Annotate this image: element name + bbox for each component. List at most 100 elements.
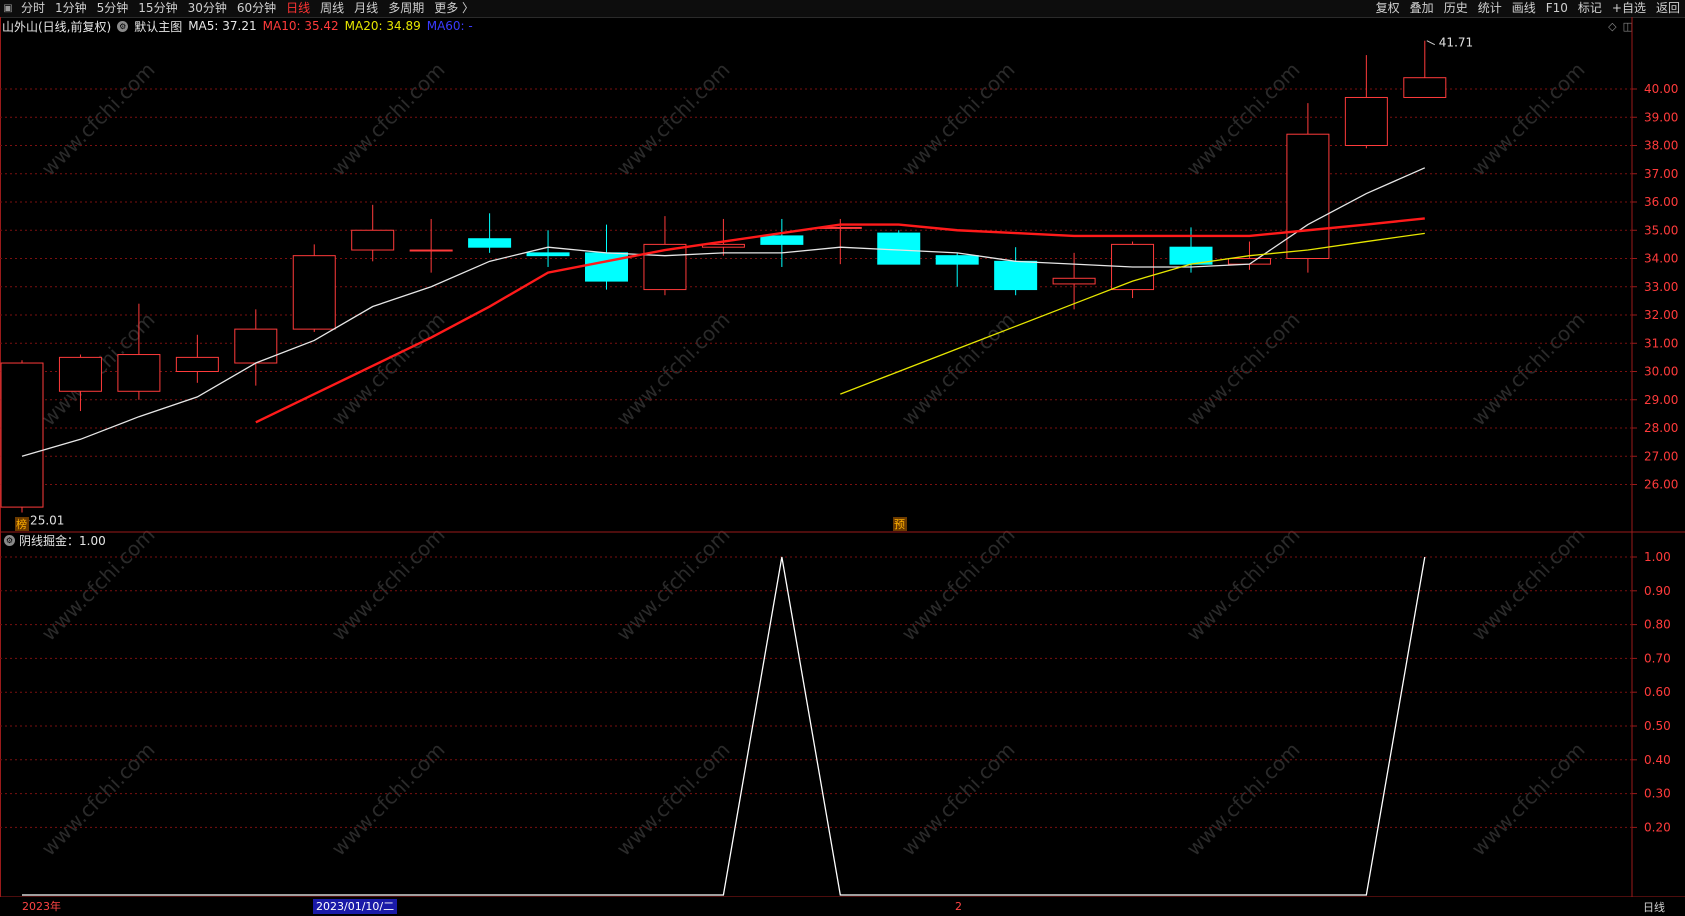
period-tab-list: 分时 1分钟 5分钟 15分钟 30分钟 60分钟 日线 周线 月线 多周期 更多 〉 [16, 0, 479, 17]
tab-period-7[interactable]: 周线 [315, 0, 349, 17]
candle-body-up [0, 362, 44, 508]
watermark-text: www.cfchi.com [612, 308, 735, 431]
high-pointer [1426, 40, 1436, 46]
candle-body-down [585, 252, 628, 282]
indicator-tick-label: 0.20 [1644, 820, 1671, 834]
watermark-text: www.cfchi.com [327, 308, 450, 431]
toolbar-button-5[interactable]: F10 [1541, 0, 1573, 17]
candle-body-up [351, 229, 395, 251]
watermark-text: www.cfchi.com [897, 523, 1020, 646]
candle-body-up [292, 255, 336, 330]
watermark-text: www.cfchi.com [897, 58, 1020, 181]
price-tick-label: 29.00 [1644, 393, 1678, 407]
price-tick-label: 36.00 [1644, 195, 1678, 209]
month-label: 2 [955, 900, 962, 913]
price-tick-label: 31.00 [1644, 336, 1678, 350]
toolbar-right-actions: 复权 叠加 历史 统计 画线 F10 标记 +自选 返回 [1371, 0, 1685, 17]
candle-body-up [1052, 277, 1096, 285]
kline-chart[interactable]: www.cfchi.com www.cfchi.com www.cfchi.com w… [0, 17, 1685, 897]
watermark-text: www.cfchi.com [1182, 58, 1305, 181]
candle-layer [0, 40, 1447, 513]
candle-body-up [1286, 133, 1330, 259]
time-axis: 2023年 2023/01/10/二 2 日线 [0, 898, 1685, 916]
price-tick-label: 40.00 [1644, 82, 1678, 96]
tab-period-4[interactable]: 30分钟 [183, 0, 232, 17]
selected-date-label: 2023/01/10/二 [313, 899, 398, 914]
watermark-text: www.cfchi.com [1467, 308, 1590, 431]
period-tabs: ▣ 分时 1分钟 5分钟 15分钟 30分钟 60分钟 日线 周线 月线 多周期 更多 〉 [0, 0, 479, 17]
toolbar-button-3[interactable]: 统计 [1473, 0, 1507, 17]
year-label: 2023年 [22, 900, 61, 913]
candle-body-down [877, 232, 921, 265]
watermark-text: www.cfchi.com [612, 738, 735, 861]
period-label[interactable]: 日线 [1643, 899, 1665, 915]
toolbar-button-1[interactable]: 叠加 [1405, 0, 1439, 17]
watermark-text: www.cfchi.com [612, 523, 735, 646]
tab-period-0[interactable]: 分时 [16, 0, 50, 17]
watermark-text: www.cfchi.com [37, 738, 160, 861]
candle-body-up [409, 249, 453, 252]
toolbar-button-6[interactable]: 标记 [1573, 0, 1607, 17]
price-tick-label: 39.00 [1644, 110, 1678, 124]
tab-period-1[interactable]: 1分钟 [50, 0, 92, 17]
candle-body-down [935, 255, 979, 265]
candle-body-up [175, 356, 219, 372]
tab-period-2[interactable]: 5分钟 [92, 0, 134, 17]
toolbar-button-8[interactable]: 返回 [1651, 0, 1685, 17]
price-tick-label: 27.00 [1644, 449, 1678, 463]
watermark-text: www.cfchi.com [1182, 308, 1305, 431]
grid-layer [0, 17, 1685, 897]
tab-period-3[interactable]: 15分钟 [133, 0, 182, 17]
watermark-text: www.cfchi.com [327, 58, 450, 181]
toolbar-button-4[interactable]: 画线 [1507, 0, 1541, 17]
price-tick-label: 35.00 [1644, 223, 1678, 237]
price-axis: 40.00 39.00 38.00 37.00 36.00 35.00 34.00 33.00… [1632, 82, 1678, 834]
watermark-text: www.cfchi.com [37, 58, 160, 181]
watermark-text: www.cfchi.com [1467, 738, 1590, 861]
watermark-text: www.cfchi.com [1182, 523, 1305, 646]
watermark-text: www.cfchi.com [612, 58, 735, 181]
candle-body-down [526, 252, 570, 257]
watermark-text: www.cfchi.com [327, 523, 450, 646]
indicator-tick-label: 0.30 [1644, 787, 1671, 801]
window-menu-icon[interactable]: ▣ [0, 0, 16, 17]
tab-period-6[interactable]: 日线 [281, 0, 315, 17]
watermark-text: www.cfchi.com [897, 308, 1020, 431]
tab-period-10[interactable]: 更多 〉 [429, 0, 479, 17]
indicator-tick-label: 0.40 [1644, 753, 1671, 767]
price-tick-label: 34.00 [1644, 252, 1678, 266]
price-tick-label: 38.00 [1644, 139, 1678, 153]
watermark-text: www.cfchi.com [897, 738, 1020, 861]
tab-period-8[interactable]: 月线 [349, 0, 383, 17]
toolbar-button-2[interactable]: 历史 [1439, 0, 1473, 17]
indicator-tick-label: 0.80 [1644, 618, 1671, 632]
watermark-text: www.cfchi.com [1467, 523, 1590, 646]
price-tick-label: 30.00 [1644, 365, 1678, 379]
candle-body-up [1227, 258, 1271, 265]
period-toolbar: ▣ 分时 1分钟 5分钟 15分钟 30分钟 60分钟 日线 周线 月线 多周期 更多 〉 复权 叠加… [0, 0, 1685, 18]
candle-body-up [58, 356, 102, 392]
price-tick-label: 32.00 [1644, 308, 1678, 322]
tab-period-5[interactable]: 60分钟 [232, 0, 281, 17]
toolbar-button-7[interactable]: +自选 [1607, 0, 1651, 17]
watermark-text: www.cfchi.com [1467, 58, 1590, 181]
indicator-tick-label: 1.00 [1644, 550, 1671, 564]
toolbar-button-0[interactable]: 复权 [1371, 0, 1405, 17]
watermark-text: www.cfchi.com [1182, 738, 1305, 861]
watermark-text: www.cfchi.com [327, 738, 450, 861]
candle-body-down [994, 260, 1038, 291]
indicator-tick-label: 0.70 [1644, 651, 1671, 665]
marker-badge-badge2: 预 [894, 518, 905, 531]
price-tick-label: 37.00 [1644, 167, 1678, 181]
indicator-tick-label: 0.50 [1644, 719, 1671, 733]
price-tick-label: 33.00 [1644, 280, 1678, 294]
candle-body-down [760, 235, 804, 245]
tab-period-9[interactable]: 多周期 [383, 0, 429, 17]
indicator-tick-label: 0.90 [1644, 584, 1671, 598]
price-tick-label: 28.00 [1644, 421, 1678, 435]
candle-body-up [1344, 96, 1388, 146]
indicator-tick-label: 0.60 [1644, 685, 1671, 699]
high-price-label: 41.71 [1439, 36, 1473, 50]
marker-badge-badge1: 榜 [16, 517, 27, 531]
candle-body-down [468, 238, 512, 248]
